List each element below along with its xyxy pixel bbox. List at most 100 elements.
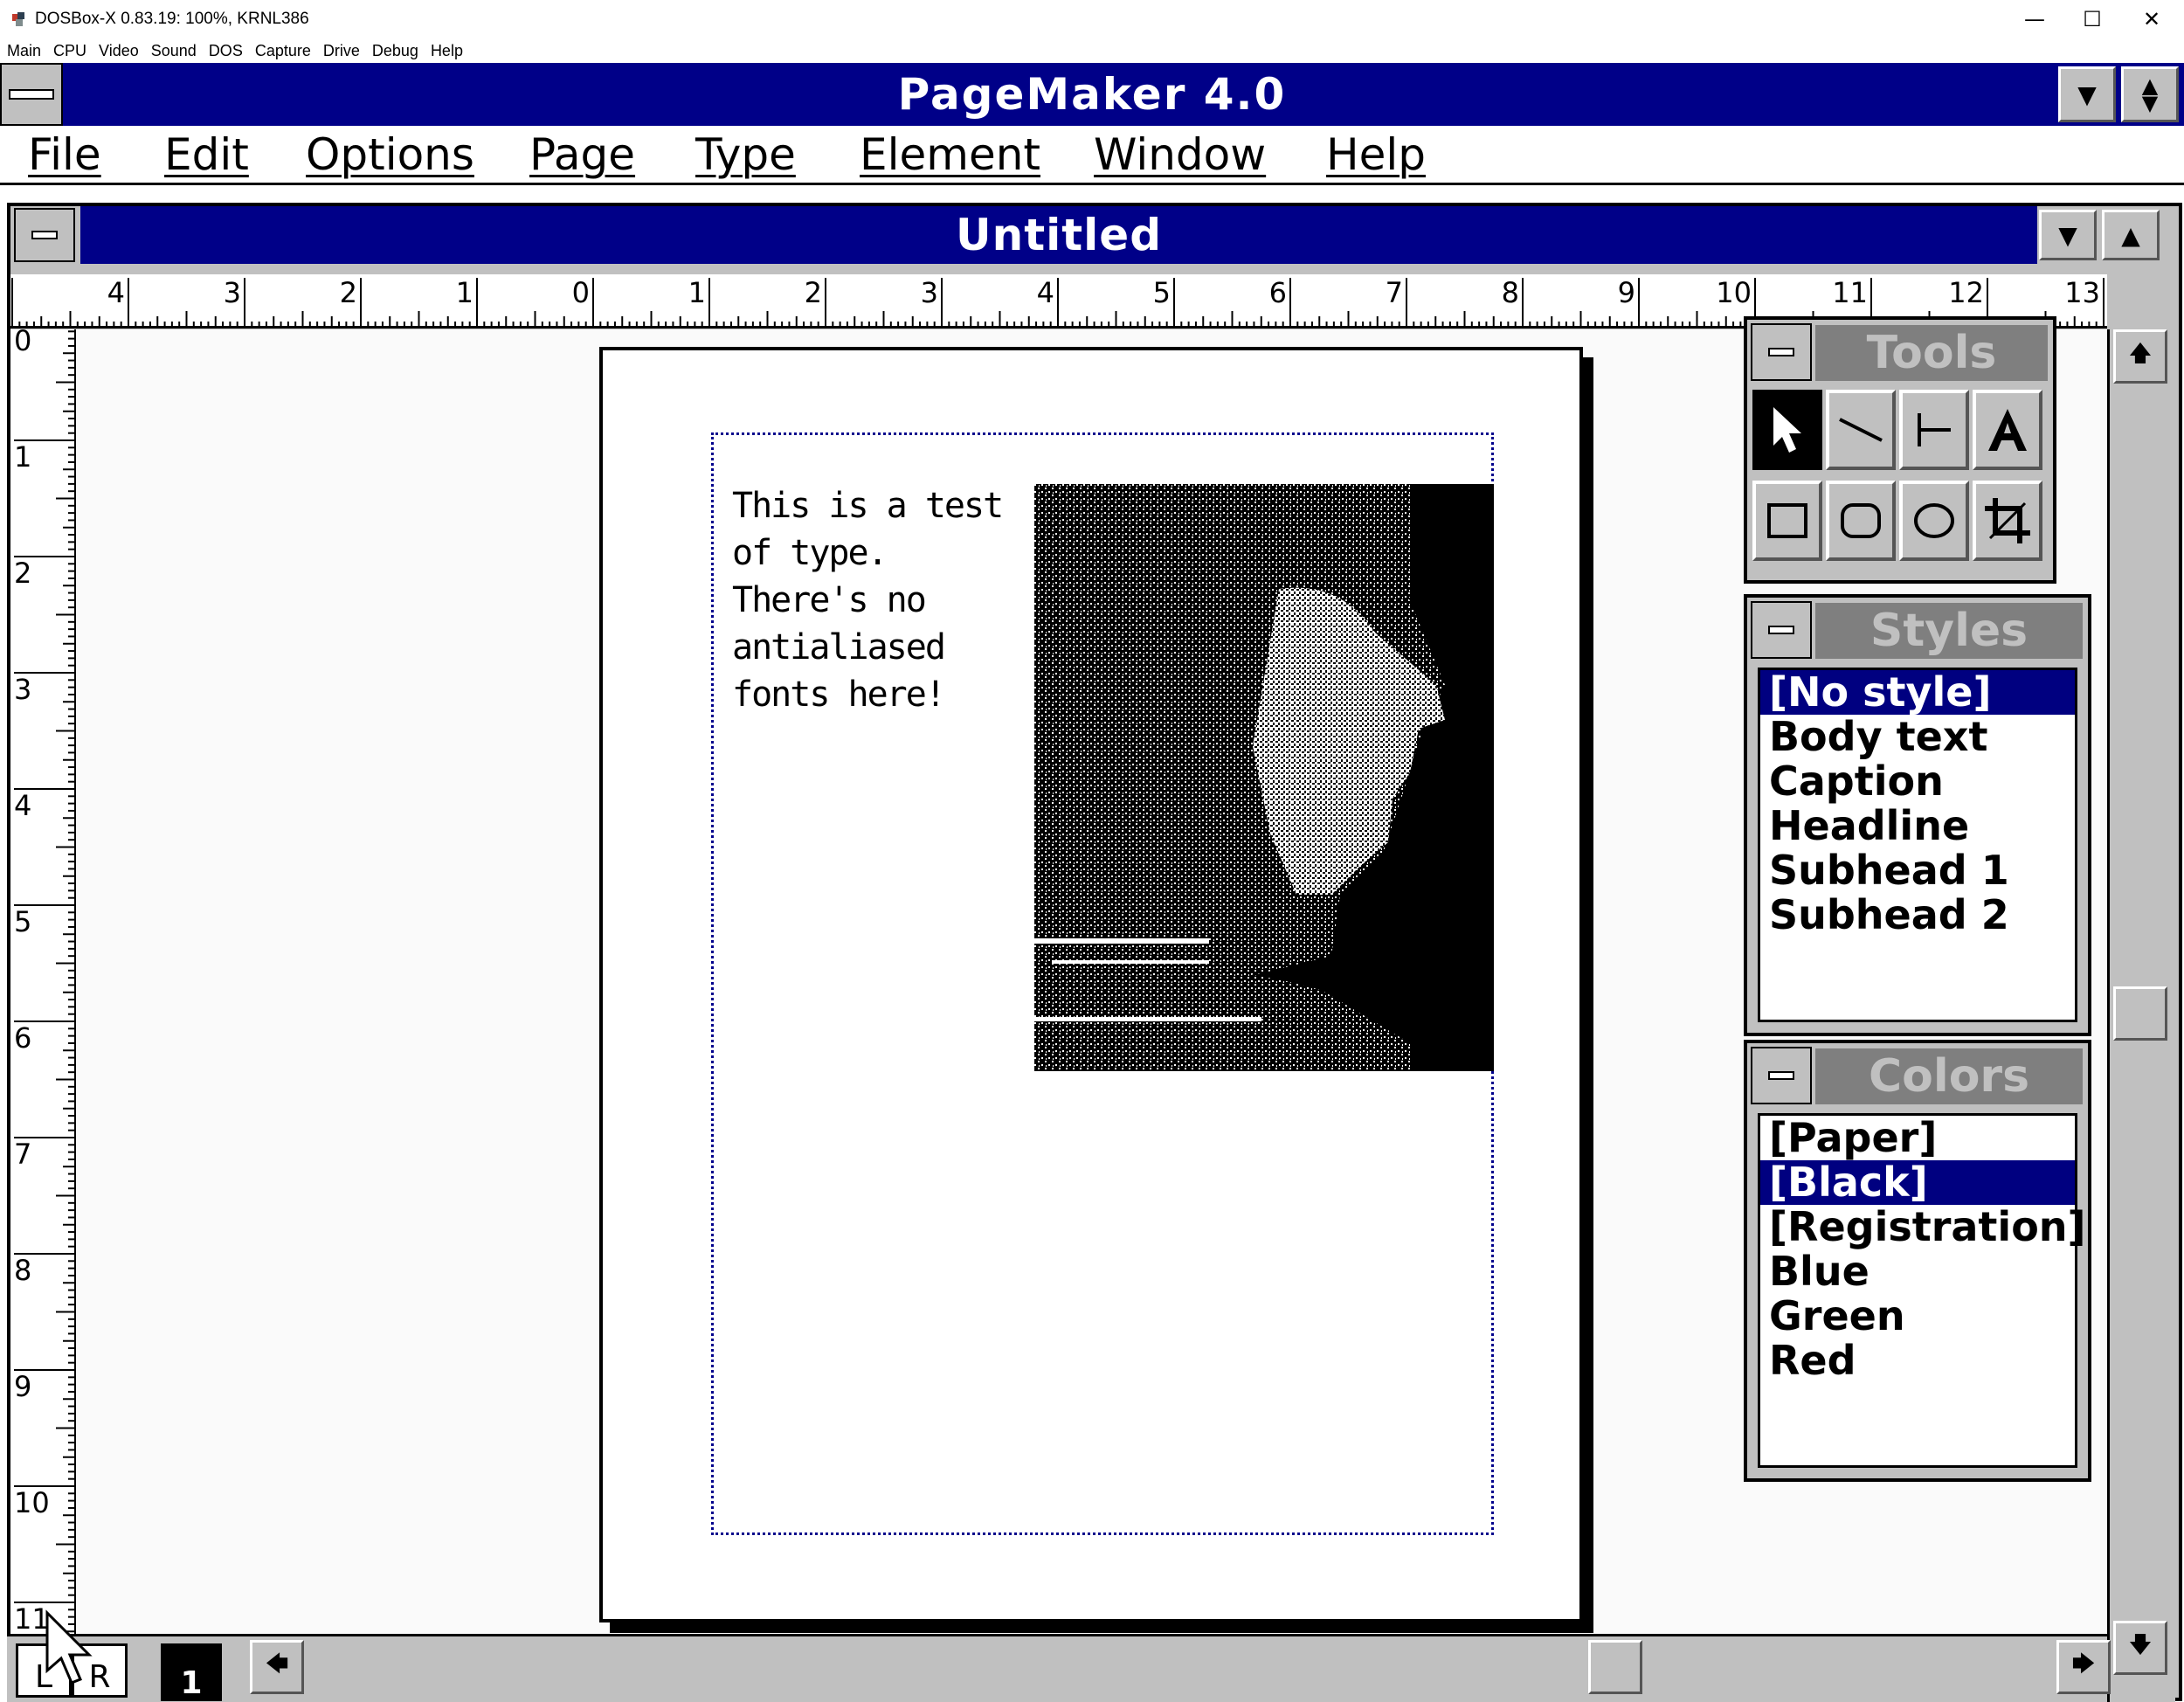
ruler-label: 12 — [1948, 276, 1984, 309]
style-item-body-text[interactable]: Body text — [1760, 715, 2075, 759]
arrow-down-icon: ▼ — [2077, 80, 2097, 109]
portrait-image[interactable] — [1034, 484, 1494, 1071]
ruler-label: 8 — [14, 1254, 31, 1287]
ruler-label: 3 — [921, 276, 938, 309]
arrow-down-icon: ▼ — [2058, 220, 2077, 250]
line-tool[interactable] — [1826, 390, 1896, 470]
rounded-rectangle-tool[interactable] — [1826, 481, 1896, 561]
host-menu-dos[interactable]: DOS — [209, 40, 243, 63]
pointer-tool[interactable] — [1752, 390, 1822, 470]
doc-system-menu-button[interactable] — [14, 208, 75, 262]
ruler-label: 8 — [1502, 276, 1519, 309]
color-item-black[interactable]: [Black] — [1760, 1160, 2075, 1205]
scroll-right-button[interactable]: 🡆 — [2056, 1640, 2111, 1694]
line-icon — [1839, 418, 1883, 442]
app-system-menu-button[interactable] — [0, 63, 63, 126]
host-menu-video[interactable]: Video — [99, 40, 139, 63]
style-item-subhead-2[interactable]: Subhead 2 — [1760, 893, 2075, 937]
color-item-registration[interactable]: [Registration] — [1760, 1205, 2086, 1249]
app-restore-button[interactable]: ▲ ▼ — [2121, 66, 2179, 122]
colors-palette-close-button[interactable] — [1751, 1047, 1812, 1104]
color-item-red[interactable]: Red — [1760, 1339, 2075, 1383]
text-tool[interactable] — [1973, 390, 2042, 470]
horizontal-scrollbar[interactable]: 🡄 🡆 — [246, 1634, 2111, 1702]
ruler-label: 3 — [224, 276, 241, 309]
ruler-label: 5 — [1153, 276, 1171, 309]
rectangle-tool[interactable] — [1752, 481, 1822, 561]
style-item-headline[interactable]: Headline — [1760, 804, 2075, 848]
text-tool-icon — [1988, 409, 2027, 451]
colors-palette-title: Colors — [1815, 1048, 2083, 1104]
arrow-down-icon: 🡇 — [2128, 1632, 2153, 1658]
menu-edit[interactable]: Edit — [164, 129, 249, 180]
ruler-label: 4 — [1037, 276, 1054, 309]
color-item-green[interactable]: Green — [1760, 1294, 2075, 1339]
ruler-label: 2 — [805, 276, 822, 309]
arrow-right-icon: 🡆 — [2071, 1651, 2096, 1678]
constrained-line-tool[interactable] — [1899, 390, 1969, 470]
scroll-left-button[interactable]: 🡄 — [250, 1640, 304, 1694]
tools-palette: Tools — [1744, 316, 2056, 584]
ruler-label: 13 — [2064, 276, 2100, 309]
ruler-label: 7 — [14, 1138, 31, 1171]
style-item-subhead-1[interactable]: Subhead 1 — [1760, 848, 2075, 893]
ellipse-tool[interactable] — [1899, 481, 1969, 561]
horizontal-scroll-thumb[interactable] — [1588, 1640, 1642, 1694]
ruler-label: 2 — [340, 276, 357, 309]
restore-icon: ▲ ▼ — [2141, 73, 2159, 115]
menu-file[interactable]: File — [28, 129, 101, 180]
crop-icon — [1985, 498, 2030, 543]
host-menu-debug[interactable]: Debug — [372, 40, 418, 63]
doc-minimize-button[interactable]: ▼ — [2039, 210, 2097, 260]
doc-maximize-button[interactable]: ▲ — [2102, 210, 2160, 260]
menu-type[interactable]: Type — [695, 129, 796, 180]
ruler-label: 1 — [14, 440, 31, 474]
host-menu-sound[interactable]: Sound — [151, 40, 197, 63]
color-item-paper[interactable]: [Paper] — [1760, 1116, 2075, 1160]
text-block[interactable]: This is a test of type. There's no antia… — [732, 482, 1012, 718]
host-window-title: DOSBox-X 0.83.19: 100%, KRNL386 — [35, 10, 309, 28]
host-close-button[interactable]: ✕ — [2123, 2, 2181, 37]
tools-palette-close-button[interactable] — [1751, 323, 1812, 381]
vertical-scroll-thumb[interactable] — [2113, 986, 2167, 1041]
style-item-no-style[interactable]: [No style] — [1760, 670, 2075, 715]
cropping-tool[interactable] — [1973, 481, 2042, 561]
style-item-caption[interactable]: Caption — [1760, 759, 2075, 804]
host-menu-cpu[interactable]: CPU — [53, 40, 86, 63]
host-title-bar: DOSBox-X 0.83.19: 100%, KRNL386 — ☐ ✕ — [0, 0, 2184, 40]
page-1-icon[interactable]: 1 — [161, 1643, 222, 1701]
ruler-label: 9 — [1618, 276, 1635, 309]
ruler-label: 0 — [14, 329, 31, 357]
menu-options[interactable]: Options — [306, 129, 474, 180]
vertical-ruler[interactable]: 0 1 2 3 4 5 6 7 8 9 10 11 — [10, 329, 77, 1671]
mouse-cursor-icon — [45, 1609, 93, 1685]
styles-palette: Styles [No style] Body text Caption Head… — [1744, 594, 2091, 1036]
vertical-ruler-ticks: 01234567891011 — [14, 329, 74, 1669]
styles-palette-close-button[interactable] — [1751, 601, 1812, 659]
app-menu-bar: File Edit Options Page Type Element Wind… — [0, 126, 2184, 185]
host-menu-drive[interactable]: Drive — [323, 40, 360, 63]
app-title-bar: PageMaker 4.0 — [0, 63, 2184, 126]
menu-element[interactable]: Element — [860, 129, 1040, 180]
close-icon: ✕ — [2142, 7, 2161, 31]
app-minimize-button[interactable]: ▼ — [2058, 66, 2116, 122]
ruler-label: 10 — [14, 1486, 50, 1519]
menu-window[interactable]: Window — [1094, 129, 1266, 180]
scroll-down-button[interactable]: 🡇 — [2113, 1621, 2167, 1675]
menu-page[interactable]: Page — [529, 129, 635, 180]
vertical-scrollbar[interactable]: 🡅 🡇 — [2107, 329, 2175, 1702]
color-item-blue[interactable]: Blue — [1760, 1249, 2075, 1294]
host-maximize-button[interactable]: ☐ — [2063, 2, 2121, 37]
host-menu-bar: Main CPU Video Sound DOS Capture Drive D… — [0, 40, 2184, 63]
system-menu-icon — [1768, 626, 1794, 634]
host-menu-capture[interactable]: Capture — [255, 40, 311, 63]
tools-palette-title: Tools — [1815, 325, 2048, 381]
host-menu-help[interactable]: Help — [431, 40, 463, 63]
ruler-label: 7 — [1386, 276, 1403, 309]
styles-list: [No style] Body text Caption Headline Su… — [1758, 668, 2077, 1022]
host-menu-main[interactable]: Main — [7, 40, 41, 63]
ruler-label: 4 — [14, 789, 31, 822]
menu-help[interactable]: Help — [1326, 129, 1426, 180]
scroll-up-button[interactable]: 🡅 — [2113, 329, 2167, 384]
host-minimize-button[interactable]: — — [2006, 2, 2063, 37]
